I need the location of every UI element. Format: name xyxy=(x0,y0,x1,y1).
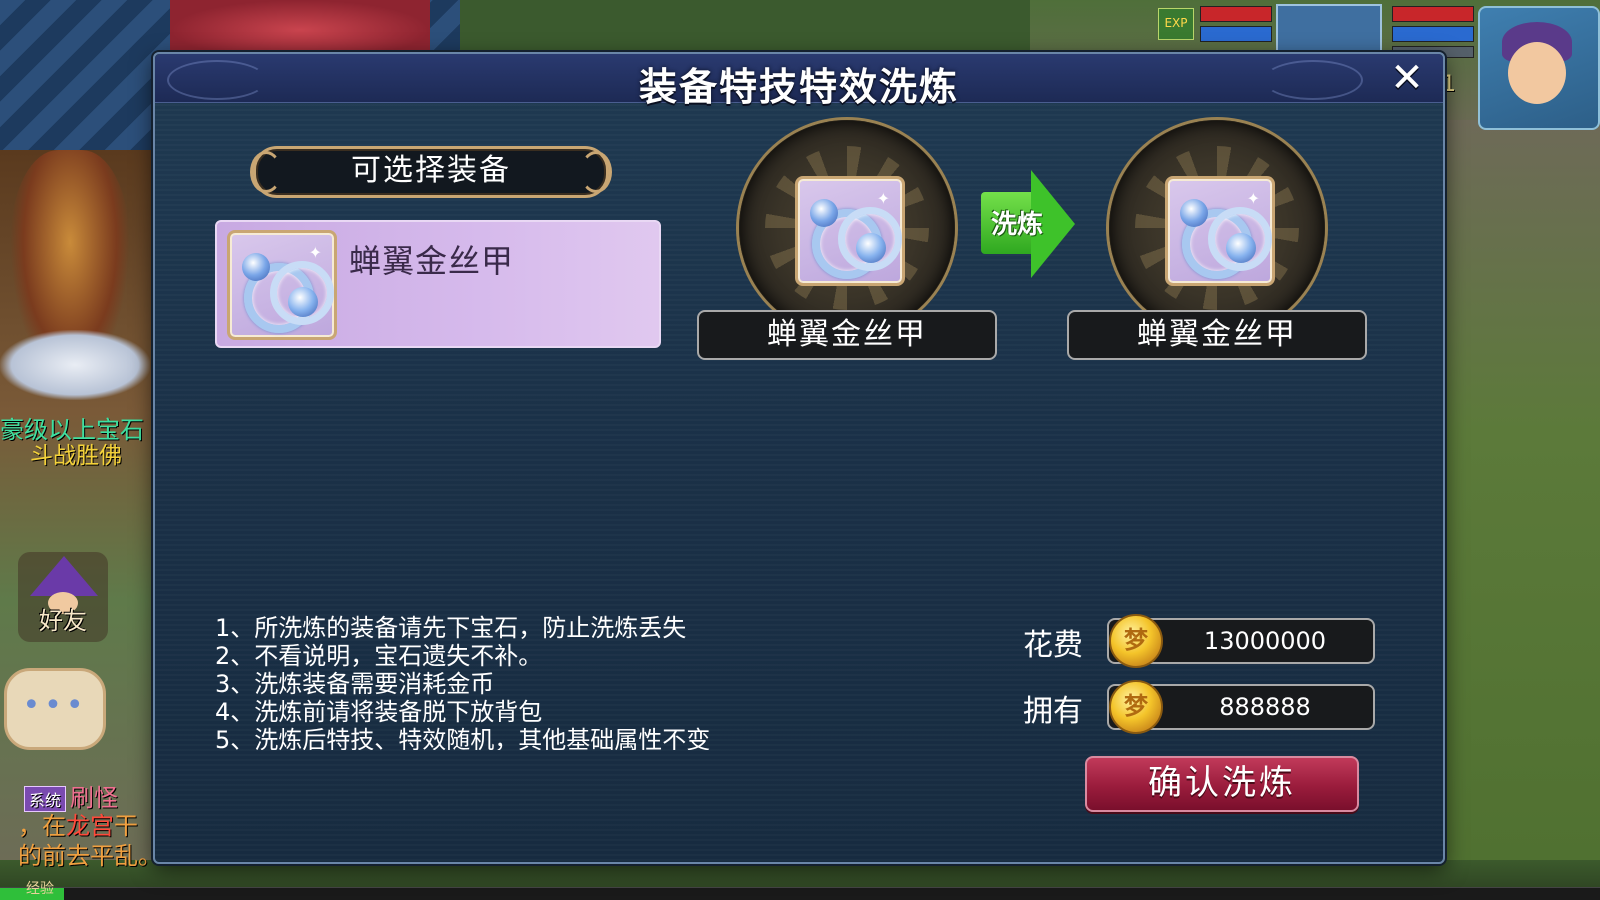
chat-line-3: 的前去平乱。 xyxy=(18,842,162,870)
result-equipment-name: 蝉翼金丝甲 xyxy=(1067,310,1367,360)
cost-value: 13000000 xyxy=(1203,627,1327,655)
equipment-list-header: 可选择装备 xyxy=(250,146,612,198)
instruction-line: 1、所洗炼的装备请先下宝石，防止洗炼丢失 xyxy=(215,614,687,642)
ring-gem-1 xyxy=(242,253,270,281)
cloud-decoration xyxy=(0,330,150,400)
instruction-line: 5、洗炼后特技、特效随机，其他基础属性不变 xyxy=(215,726,711,750)
ring-icon: ✦ xyxy=(795,176,905,286)
ring-gem-1 xyxy=(1180,199,1208,227)
dialog-header: 装备特技特效洗炼 ✕ xyxy=(155,54,1443,109)
chat-bubble-button[interactable]: ••• xyxy=(4,668,106,750)
avatar-face xyxy=(1508,42,1566,104)
refine-dialog: 装备特技特效洗炼 ✕ 可选择装备 ✦ 蝉翼金丝甲 ✦ 蝉翼金丝甲 洗炼 ✦ 蝉翼… xyxy=(153,52,1445,864)
confirm-refine-button[interactable]: 确认洗炼 xyxy=(1085,756,1359,812)
ring-icon: ✦ xyxy=(1165,176,1275,286)
source-equipment-slot[interactable]: ✦ xyxy=(739,120,955,336)
owned-label: 拥有 xyxy=(1023,694,1083,729)
equipment-name: 蝉翼金丝甲 xyxy=(349,242,515,280)
friends-label: 好友 xyxy=(39,607,87,635)
instruction-line: 2、不看说明，宝石遗失不补。 xyxy=(215,642,543,670)
friend-hat-icon xyxy=(30,556,98,596)
pet-hp-bar xyxy=(1200,6,1272,22)
coin-icon: 梦 xyxy=(1109,614,1163,668)
pet-portrait[interactable] xyxy=(1276,4,1382,58)
notice-line-2: 斗战胜佛 xyxy=(30,443,122,469)
exp-bonus-icon[interactable]: EXP xyxy=(1158,8,1194,40)
dialog-title: 装备特技特效洗炼 xyxy=(638,65,959,109)
sparkle-icon: ✦ xyxy=(308,243,322,262)
equipment-list-item[interactable]: ✦ 蝉翼金丝甲 xyxy=(215,220,661,348)
ring-gem-2 xyxy=(1226,233,1256,263)
result-equipment-slot: ✦ xyxy=(1109,120,1325,336)
owned-field: 梦 888888 xyxy=(1107,680,1375,734)
friends-button[interactable]: 好友 xyxy=(18,552,108,642)
refine-arrow-label: 洗炼 xyxy=(991,210,1044,240)
owned-value: 888888 xyxy=(1219,693,1311,721)
refine-arrow-icon: 洗炼 xyxy=(981,170,1091,278)
coin-icon: 梦 xyxy=(1109,680,1163,734)
sparkle-icon: ✦ xyxy=(876,189,890,208)
ring-gem-2 xyxy=(288,287,318,317)
cost-label: 花费 xyxy=(1023,628,1083,663)
source-equipment-name: 蝉翼金丝甲 xyxy=(697,310,997,360)
red-carpet xyxy=(170,0,430,60)
ring-icon: ✦ xyxy=(227,230,337,340)
experience-label: 经验 xyxy=(26,881,54,897)
experience-bar xyxy=(0,887,1600,900)
instructions: 1、所洗炼的装备请先下宝石，防止洗炼丢失 2、不看说明，宝石遗失不补。 3、洗炼… xyxy=(215,614,775,750)
player-avatar[interactable] xyxy=(1478,6,1600,130)
ring-gem-1 xyxy=(810,199,838,227)
instruction-line: 4、洗炼前请将装备脱下放背包 xyxy=(215,698,543,726)
right-lawn xyxy=(1420,120,1600,900)
player-hp-bar xyxy=(1392,6,1474,22)
pet-mp-bar xyxy=(1200,26,1272,42)
close-icon[interactable]: ✕ xyxy=(1387,58,1427,98)
cost-field: 梦 13000000 xyxy=(1107,614,1375,668)
instruction-line: 3、洗炼装备需要消耗金币 xyxy=(215,670,495,698)
sparkle-icon: ✦ xyxy=(1246,189,1260,208)
player-mp-bar xyxy=(1392,26,1474,42)
ring-gem-2 xyxy=(856,233,886,263)
